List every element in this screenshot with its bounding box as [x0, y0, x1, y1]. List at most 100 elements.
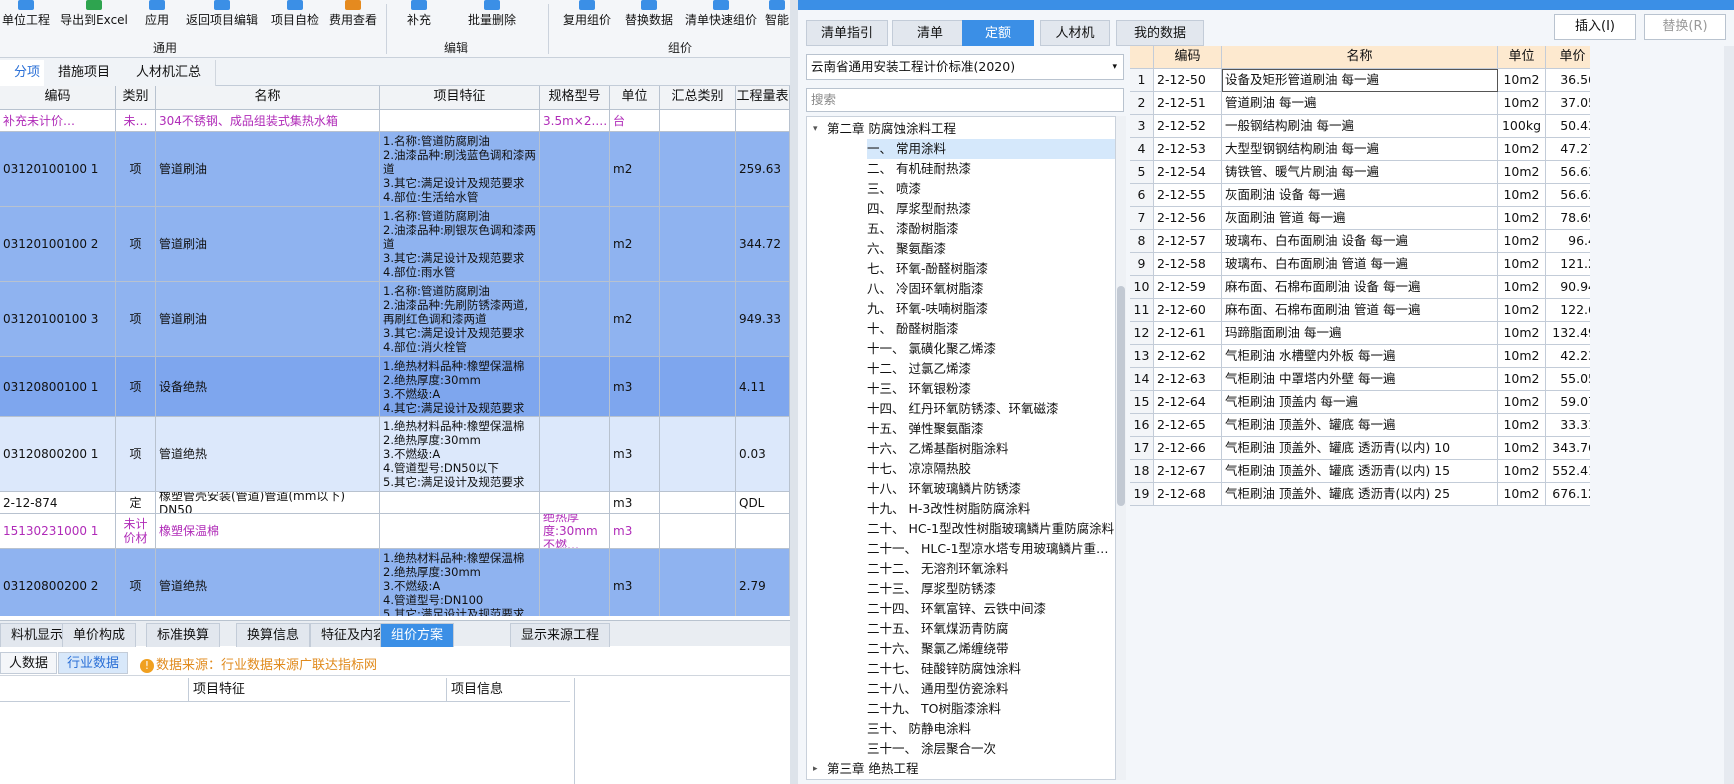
grid-cell-spec[interactable]	[540, 492, 610, 514]
grid-cell-feat[interactable]: 1.绝热材料品种:橡塑保温棉 2.绝热厚度:30mm 3.不燃级:A 4.管道型…	[380, 417, 540, 492]
quota-cell[interactable]: 2-12-67	[1154, 460, 1222, 483]
grid-cell-spec[interactable]: 绝热厚度:30mm不燃…	[540, 514, 610, 549]
quota-cell[interactable]: 2-12-64	[1154, 391, 1222, 414]
ribbon-button[interactable]: 返回项目编辑	[184, 0, 260, 36]
grid-cell-type[interactable]: 未计价材	[116, 514, 156, 549]
grid-cell-qty[interactable]: 0.03	[736, 417, 790, 492]
grid-cell-name[interactable]: 设备绝热	[156, 357, 380, 417]
tree-node[interactable]: 八、 冷固环氧树脂漆	[867, 279, 983, 299]
quota-cell[interactable]: 96.4	[1546, 230, 1590, 253]
quota-cell[interactable]: 10m2	[1498, 69, 1546, 92]
ribbon-button[interactable]: 清单快速组价	[682, 0, 760, 36]
quota-cell[interactable]: 10m2	[1498, 483, 1546, 506]
grid-column-header[interactable]: 单位	[610, 86, 660, 110]
ribbon-button[interactable]: 替换数据	[622, 0, 676, 36]
grid-cell-feat[interactable]	[380, 514, 540, 549]
chevron-icon[interactable]: ▸	[813, 759, 818, 779]
grid-cell-code[interactable]: 2-12-874	[0, 492, 116, 514]
quota-cell[interactable]: 10m2	[1498, 207, 1546, 230]
grid-cell-feat[interactable]	[380, 110, 540, 132]
tree-node[interactable]: 十八、 环氧玻璃鳞片防锈漆	[867, 479, 1021, 499]
search-input[interactable]: 搜索	[806, 88, 1124, 112]
quota-cell[interactable]: 10m2	[1498, 92, 1546, 115]
ribbon-button[interactable]: 导出到Excel	[58, 0, 130, 36]
tree-node[interactable]: 六、 聚氨酯漆	[867, 239, 946, 259]
grid-cell-summary[interactable]	[660, 207, 736, 282]
ribbon-button[interactable]: 智能	[764, 0, 790, 36]
tree-node[interactable]: 九、 环氧-呋喃树脂漆	[867, 299, 988, 319]
quota-cell[interactable]: 14	[1130, 368, 1154, 391]
quota-tab[interactable]: 人材机	[1040, 20, 1110, 46]
quota-cell[interactable]: 10m2	[1498, 184, 1546, 207]
replace-button[interactable]: 替换(R)	[1644, 14, 1726, 40]
quota-cell[interactable]: 10m2	[1498, 161, 1546, 184]
quota-cell[interactable]: 3	[1130, 115, 1154, 138]
quota-cell[interactable]: 气柜刷油 顶盖外、罐底 透沥青(以内) 10	[1222, 437, 1498, 460]
tree-node[interactable]: 二、 有机硅耐热漆	[867, 159, 971, 179]
quota-cell[interactable]: 2-12-53	[1154, 138, 1222, 161]
quota-cell[interactable]: 10m2	[1498, 460, 1546, 483]
source-button[interactable]: 人数据	[0, 652, 58, 674]
tree-scrollbar[interactable]	[1116, 116, 1126, 780]
quota-cell[interactable]: 121.2	[1546, 253, 1590, 276]
grid-cell-summary[interactable]	[660, 492, 736, 514]
quota-cell[interactable]: 气柜刷油 顶盖外、罐底 透沥青(以内) 25	[1222, 483, 1498, 506]
quota-cell[interactable]: 343.76	[1546, 437, 1590, 460]
ribbon-button[interactable]: 复用组价	[558, 0, 616, 36]
grid-cell-spec[interactable]	[540, 549, 610, 616]
tree-scroll-thumb[interactable]	[1117, 286, 1125, 506]
quota-cell[interactable]: 56.63	[1546, 184, 1590, 207]
quota-cell[interactable]: 2-12-50	[1154, 69, 1222, 92]
tree-node[interactable]: 二十五、 环氧煤沥青防腐	[867, 619, 1008, 639]
quota-cell[interactable]: 大型型钢钢结构刷油 每一遍	[1222, 138, 1498, 161]
grid-cell-name[interactable]: 管道绝热	[156, 417, 380, 492]
grid-cell-type[interactable]: 项	[116, 132, 156, 207]
tree-node[interactable]: ▸ 第三章 绝热工程	[813, 759, 918, 779]
quota-column-header[interactable]: 单价	[1546, 46, 1590, 69]
quota-tab[interactable]: 定额	[962, 20, 1034, 46]
quota-cell[interactable]: 676.12	[1546, 483, 1590, 506]
quota-cell[interactable]: 33.31	[1546, 414, 1590, 437]
grid-cell-unit[interactable]: m3	[610, 357, 660, 417]
quota-cell[interactable]: 11	[1130, 299, 1154, 322]
quota-cell[interactable]: 10m2	[1498, 437, 1546, 460]
ribbon-button[interactable]: 补充	[398, 0, 440, 36]
bottom-tab[interactable]: 组价方案	[380, 623, 455, 647]
source-button[interactable]: 行业数据	[58, 652, 129, 674]
quota-column-header[interactable]: 单位	[1498, 46, 1546, 69]
grid-cell-unit[interactable]: m2	[610, 282, 660, 357]
grid-cell-qty[interactable]	[736, 110, 790, 132]
panel-scrollbar[interactable]	[1724, 46, 1734, 784]
quota-cell[interactable]: 铸铁管、暖气片刷油 每一遍	[1222, 161, 1498, 184]
quota-cell[interactable]: 37.05	[1546, 92, 1590, 115]
quota-cell[interactable]: 10m2	[1498, 345, 1546, 368]
quota-cell[interactable]: 7	[1130, 207, 1154, 230]
quota-cell[interactable]: 玛蹄脂面刷油 每一遍	[1222, 322, 1498, 345]
chevron-icon[interactable]: ▾	[813, 119, 818, 139]
quota-tab[interactable]: 我的数据	[1116, 20, 1204, 46]
quota-cell[interactable]: 麻布面、石棉布面刷油 设备 每一遍	[1222, 276, 1498, 299]
grid-cell-feat[interactable]: 1.绝热材料品种:橡塑保温棉 2.绝热厚度:30mm 3.不燃级:A 4.管道型…	[380, 549, 540, 616]
tree-node[interactable]: 十一、 氯磺化聚乙烯漆	[867, 339, 996, 359]
quota-cell[interactable]: 2	[1130, 92, 1154, 115]
tree-node[interactable]: 二十六、 聚氯乙烯缠绕带	[867, 639, 1008, 659]
quota-cell[interactable]: 15	[1130, 391, 1154, 414]
grid-cell-unit[interactable]: m3	[610, 549, 660, 616]
grid-cell-spec[interactable]	[540, 357, 610, 417]
quota-column-header[interactable]	[1130, 46, 1154, 69]
grid-cell-spec[interactable]	[540, 282, 610, 357]
tree-node[interactable]: 十九、 H-3改性树脂防腐涂料	[867, 499, 1030, 519]
grid-cell-qty[interactable]: 259.63	[736, 132, 790, 207]
grid-cell-code[interactable]: 15130231000 1	[0, 514, 116, 549]
insert-button[interactable]: 插入(I)	[1554, 14, 1636, 40]
grid-column-header[interactable]: 工程量表	[736, 86, 790, 110]
tree-node[interactable]: 十七、 凉凉隔热胶	[867, 459, 971, 479]
splitter[interactable]	[790, 0, 798, 784]
quota-cell[interactable]: 2-12-55	[1154, 184, 1222, 207]
tree-node[interactable]: ▾ 第二章 防腐蚀涂料工程	[813, 119, 956, 139]
grid-column-header[interactable]: 项目特征	[380, 86, 540, 110]
grid-cell-code[interactable]: 补充未计价…	[0, 110, 116, 132]
quota-cell[interactable]: 10m2	[1498, 230, 1546, 253]
tree-node[interactable]: 十三、 环氧银粉漆	[867, 379, 971, 399]
quota-cell[interactable]: 78.69	[1546, 207, 1590, 230]
